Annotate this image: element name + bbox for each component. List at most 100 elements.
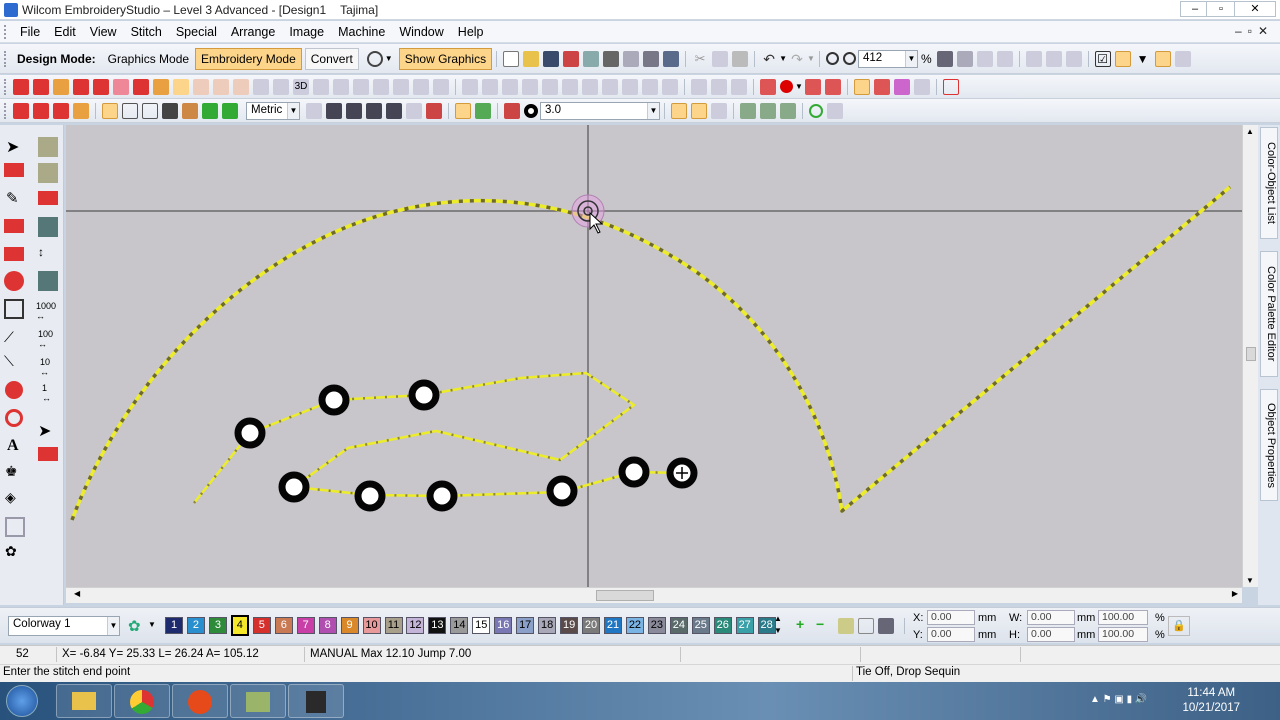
thread-swatch[interactable]: 28: [757, 617, 776, 634]
tray-icons[interactable]: ▲ ⚑ ▣ ▮ 🔊: [1090, 694, 1147, 705]
thread-swatch[interactable]: 16: [494, 617, 513, 634]
zoom-page-icon[interactable]: [623, 50, 640, 67]
colorway-dropdown-icon[interactable]: ▼: [148, 620, 156, 629]
column-icon[interactable]: [333, 78, 349, 95]
array-icon[interactable]: [731, 78, 747, 95]
start-button[interactable]: [6, 685, 38, 717]
link-icon[interactable]: [502, 78, 518, 95]
thread-swatch[interactable]: 7: [296, 617, 315, 634]
tab-color-palette-editor[interactable]: Color Palette Editor: [1260, 251, 1278, 377]
sequin-size-combo[interactable]: 3.0 ▼: [540, 101, 660, 120]
pin-icon[interactable]: [1114, 50, 1131, 67]
monogram-icon[interactable]: ♚: [5, 463, 25, 483]
menu-help[interactable]: Help: [451, 25, 491, 39]
stitch-list-icon[interactable]: [306, 102, 322, 119]
machine-icon[interactable]: [663, 50, 680, 67]
sequin-mode-icon[interactable]: [455, 102, 471, 119]
thread-swatch[interactable]: 23: [647, 617, 666, 634]
ruler-icon[interactable]: [1025, 50, 1042, 67]
thread-swatch[interactable]: 3: [208, 617, 227, 634]
grid-view-icon[interactable]: [122, 102, 138, 119]
sculpt-icon[interactable]: [233, 78, 249, 95]
step-icon[interactable]: ↕: [38, 245, 58, 265]
sequin-marker[interactable]: [618, 456, 650, 488]
thread-swatch[interactable]: 10: [362, 617, 381, 634]
menu-arrange[interactable]: Arrange: [224, 25, 282, 39]
menu-stitch[interactable]: Stitch: [124, 25, 169, 39]
node-icon[interactable]: ⟋: [4, 329, 24, 349]
sequin-tool-icon[interactable]: ✿: [5, 543, 25, 563]
start-point-marker[interactable]: [571, 194, 605, 234]
thread-swatch[interactable]: 8: [318, 617, 337, 634]
edit-stitch-icon[interactable]: [38, 447, 58, 461]
redo-icon[interactable]: ↷: [789, 51, 805, 67]
frame-icon[interactable]: [5, 517, 25, 537]
stipple-icon[interactable]: [173, 78, 189, 95]
radial-icon[interactable]: [153, 78, 169, 95]
input-a-icon[interactable]: [13, 102, 29, 119]
thread-chart-icon[interactable]: [878, 618, 894, 634]
line-tool-icon[interactable]: ⟍: [4, 353, 24, 373]
trash-icon[interactable]: [1174, 50, 1191, 67]
thread-swatch[interactable]: 1: [165, 617, 183, 634]
fill-icon[interactable]: [53, 78, 69, 95]
trapunto-icon[interactable]: [193, 78, 209, 95]
thread-swatch[interactable]: 21: [604, 617, 622, 634]
grid-icon[interactable]: [1065, 50, 1082, 67]
unlock-icon[interactable]: [542, 78, 558, 95]
accordion-icon[interactable]: [393, 78, 409, 95]
select-area-icon[interactable]: [462, 78, 478, 95]
motif-icon[interactable]: [133, 78, 149, 95]
print-icon[interactable]: [603, 50, 620, 67]
no-color-icon[interactable]: [858, 618, 874, 634]
thread-swatch[interactable]: 18: [538, 617, 557, 634]
thread-swatch[interactable]: 19: [560, 617, 579, 634]
zoom-icon[interactable]: [825, 52, 839, 65]
scroll-left-icon[interactable]: ◀: [74, 589, 80, 598]
height-field[interactable]: 0.00: [1027, 627, 1075, 642]
table-icon[interactable]: [142, 102, 158, 119]
palette-tool-icon[interactable]: [38, 137, 58, 157]
bling-icon[interactable]: [893, 78, 910, 95]
reshape-tool-icon[interactable]: [4, 163, 24, 177]
copy-icon[interactable]: [712, 50, 729, 67]
restore-button[interactable]: ▫: [1206, 1, 1236, 17]
travel-icon[interactable]: [38, 163, 58, 183]
add-color-icon[interactable]: +: [796, 616, 804, 632]
thread-swatch[interactable]: 25: [691, 617, 710, 634]
units-combo[interactable]: Metric ▼: [246, 101, 300, 120]
sequins[interactable]: [234, 379, 698, 512]
appliqué-icon[interactable]: [913, 78, 930, 95]
thread-swatch[interactable]: 4: [230, 615, 249, 636]
input-column-icon[interactable]: [73, 102, 89, 119]
bead-run-icon[interactable]: [740, 102, 756, 119]
gradient-icon[interactable]: [413, 78, 429, 95]
run-tool-icon[interactable]: [4, 247, 24, 261]
sequin-marker[interactable]: [546, 475, 578, 507]
sequin-palette-icon[interactable]: [504, 102, 520, 119]
picture-icon[interactable]: [162, 102, 178, 119]
thread-swatch[interactable]: 13: [428, 617, 447, 634]
colorway-combo[interactable]: Colorway 1 ▼: [8, 616, 120, 636]
zoom-box-icon[interactable]: [936, 50, 953, 67]
curve-icon[interactable]: [313, 78, 329, 95]
ring-tool-icon[interactable]: [5, 409, 23, 427]
zoom-100-icon[interactable]: [996, 50, 1013, 67]
stitch-spread-icon[interactable]: [38, 191, 58, 205]
thread-swatch[interactable]: 11: [384, 617, 403, 634]
travel-1000-button[interactable]: 1000 ↔: [36, 301, 62, 321]
align-left-icon[interactable]: [562, 78, 578, 95]
y-field[interactable]: 0.00: [927, 627, 975, 642]
apply-color-icon[interactable]: [838, 618, 854, 634]
rotate-icon[interactable]: [711, 78, 727, 95]
color-wheel-icon[interactable]: [182, 102, 198, 119]
globe-fill-icon[interactable]: [4, 271, 24, 291]
thread-swatch[interactable]: 6: [274, 617, 293, 634]
chevron-down-icon[interactable]: ▼: [385, 54, 393, 63]
thread-swatch[interactable]: 5: [252, 617, 271, 634]
width-field[interactable]: 0.00: [1027, 610, 1075, 625]
3d-icon[interactable]: 3D: [293, 78, 309, 95]
bead-fill-icon[interactable]: [760, 102, 776, 119]
record-dropdown-icon[interactable]: ▼: [795, 82, 803, 91]
cut-icon[interactable]: ✂: [692, 51, 708, 67]
